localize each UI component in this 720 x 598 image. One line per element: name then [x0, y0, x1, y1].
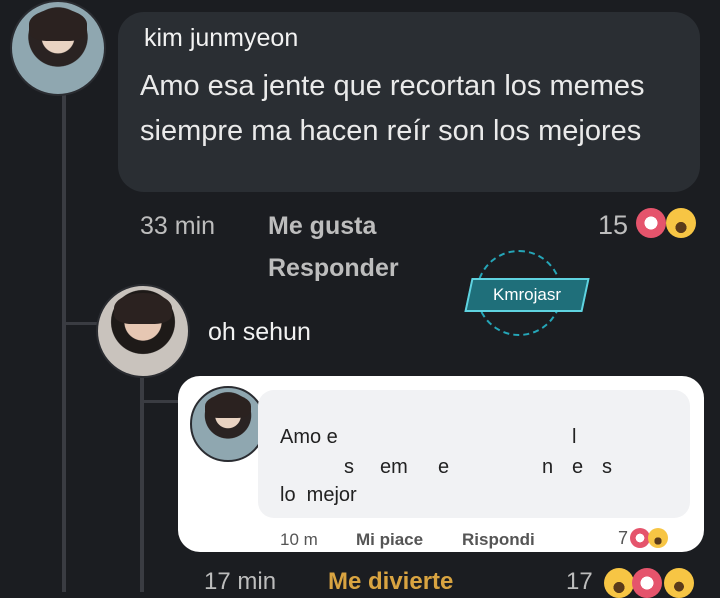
cut-text-line1-a: Amo e [280, 426, 338, 448]
embedded-avatar [190, 386, 266, 462]
reply-author[interactable]: oh sehun [208, 318, 311, 347]
heart-reaction-icon [636, 208, 666, 238]
reply-button[interactable]: Responder [268, 254, 399, 283]
cut-text-line3: lo mejor [280, 484, 357, 506]
reaction-count[interactable]: 15 [598, 210, 628, 241]
haha-reaction-icon [666, 208, 696, 238]
embedded-reply-button: Rispondi [462, 530, 535, 549]
heart-reaction-icon [630, 528, 650, 548]
avatar-hair [28, 9, 88, 41]
haha-reaction-icon [648, 528, 668, 548]
embedded-time: 10 m [280, 530, 318, 549]
comment-text: Amo esa jente que recortan los memes sie… [140, 70, 645, 147]
avatar-hair [114, 293, 172, 324]
avatar-hair [204, 393, 252, 419]
thread-line-reply-branch [140, 400, 180, 403]
cut-text-line2-a: s [344, 456, 354, 478]
thread-line-main [62, 92, 66, 592]
haha-reaction-icon [604, 568, 634, 598]
cut-text-line2-c: e [438, 456, 450, 478]
avatar-kim-junmyeon[interactable] [10, 0, 106, 96]
cut-text-line2-e: e [572, 456, 584, 478]
heart-reaction-icon [632, 568, 662, 598]
cut-text-line1-b: l [572, 426, 577, 448]
thread-line-reply [140, 374, 144, 592]
avatar-oh-sehun[interactable] [96, 284, 190, 378]
comment-author[interactable]: kim junmyeon [144, 24, 298, 53]
watermark-label: Kmrojasr [464, 278, 590, 312]
comment-time[interactable]: 33 min [140, 212, 215, 241]
like-button[interactable]: Me gusta [268, 212, 376, 241]
cut-text-line2-f: s [602, 456, 612, 478]
embedded-like-button: Mi piace [356, 530, 424, 549]
embedded-reaction-count: 7 [618, 528, 629, 548]
cut-text-line2-d: n [542, 456, 554, 478]
cut-text-line2-b: em [380, 456, 408, 478]
embedded-screenshot-card: Amo e l s em e n e s lo mejor 10 m Mi pi… [178, 376, 704, 552]
wow-reaction-icon [664, 568, 694, 598]
watermark-logo: Kmrojasr [464, 250, 590, 336]
